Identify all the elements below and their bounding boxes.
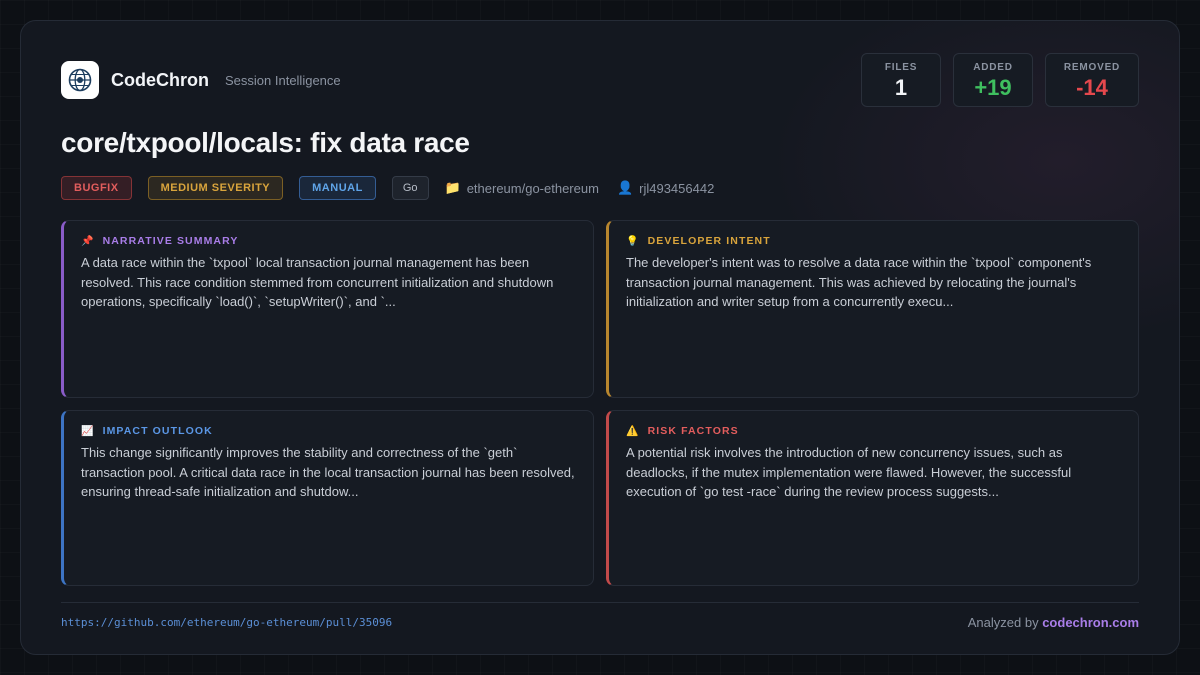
- risk-factors-heading: ⚠️ RISK FACTORS: [626, 425, 1122, 437]
- type-badge: BUGFIX: [61, 176, 132, 200]
- brand-name: CodeChron: [111, 69, 209, 90]
- developer-intent-text: The developer's intent was to resolve a …: [626, 255, 1092, 309]
- summary-card: CodeChron Session Intelligence FILES 1 A…: [20, 20, 1180, 655]
- risk-factors-title: RISK FACTORS: [647, 425, 739, 437]
- stat-files-label: FILES: [884, 62, 918, 73]
- analyzed-by-prefix: Analyzed by: [967, 615, 1039, 630]
- mode-badge: MANUAL: [299, 176, 376, 200]
- language-badge: Go: [391, 176, 429, 200]
- author-meta: 👤 rjl493456442: [617, 180, 714, 196]
- page-title: core/txpool/locals: fix data race: [61, 127, 470, 158]
- severity-badge: MEDIUM SEVERITY: [147, 176, 284, 200]
- chart-up-icon: 📈: [81, 425, 95, 437]
- narrative-summary-panel: 📌 NARRATIVE SUMMARY A data race within t…: [61, 220, 594, 398]
- impact-outlook-panel: 📈 IMPACT OUTLOOK This change significant…: [61, 410, 594, 586]
- narrative-summary-title: NARRATIVE SUMMARY: [102, 235, 239, 247]
- developer-intent-heading: 💡 DEVELOPER INTENT: [626, 235, 1122, 247]
- developer-intent-panel: 💡 DEVELOPER INTENT The developer's inten…: [606, 220, 1139, 398]
- folder-icon: 📁: [444, 180, 461, 195]
- footer-divider: [61, 602, 1139, 603]
- warning-icon: ⚠️: [626, 425, 640, 437]
- pushpin-icon: 📌: [81, 235, 95, 247]
- lightbulb-icon: 💡: [626, 235, 640, 247]
- stat-added-label: ADDED: [973, 62, 1013, 73]
- diff-stats: FILES 1 ADDED +19 REMOVED -14: [861, 53, 1139, 107]
- tag-row: BUGFIX MEDIUM SEVERITY MANUAL Go 📁 ether…: [61, 176, 732, 200]
- codechron-link[interactable]: codechron.com: [1042, 615, 1139, 630]
- globe-network-icon: [61, 61, 99, 99]
- impact-outlook-heading: 📈 IMPACT OUTLOOK: [81, 425, 577, 437]
- repo-meta: 📁 ethereum/go-ethereum: [445, 180, 599, 196]
- stat-files: FILES 1: [861, 53, 941, 107]
- stat-added: ADDED +19: [953, 53, 1033, 107]
- brand-subtitle: Session Intelligence: [225, 72, 341, 88]
- stat-removed-value: -14: [1076, 75, 1108, 100]
- repo-name: ethereum/go-ethereum: [466, 180, 599, 196]
- risk-factors-panel: ⚠️ RISK FACTORS A potential risk involve…: [606, 410, 1139, 586]
- developer-intent-title: DEVELOPER INTENT: [647, 235, 771, 247]
- analyzed-by: Analyzed by codechron.com: [968, 615, 1139, 630]
- stat-removed: REMOVED -14: [1045, 53, 1139, 107]
- narrative-summary-text: A data race within the `txpool` local tr…: [81, 255, 554, 309]
- impact-outlook-title: IMPACT OUTLOOK: [102, 425, 213, 437]
- stat-added-value: +19: [974, 75, 1012, 100]
- risk-factors-text: A potential risk involves the introducti…: [626, 445, 1072, 499]
- user-icon: 👤: [616, 180, 634, 195]
- impact-outlook-text: This change significantly improves the s…: [81, 445, 575, 499]
- pull-request-link[interactable]: https://github.com/ethereum/go-ethereum/…: [61, 616, 392, 629]
- brand-header: CodeChron Session Intelligence: [61, 61, 341, 99]
- narrative-summary-heading: 📌 NARRATIVE SUMMARY: [81, 235, 577, 247]
- stat-removed-label: REMOVED: [1063, 62, 1121, 73]
- author-name: rjl493456442: [639, 180, 715, 196]
- stat-files-value: 1: [894, 75, 908, 100]
